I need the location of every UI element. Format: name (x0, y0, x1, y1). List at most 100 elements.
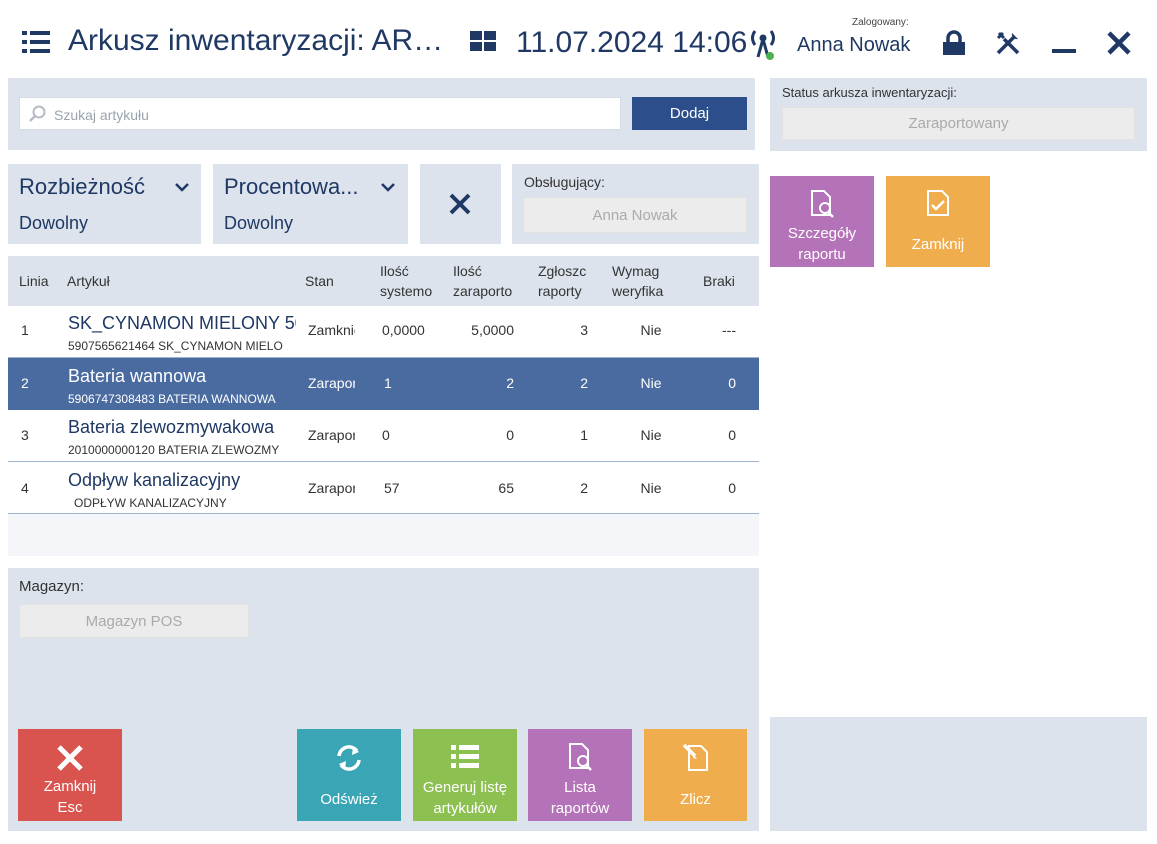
reports-list-button[interactable]: Lista raportów (528, 729, 632, 821)
handler-label: Obsługujący: (524, 174, 605, 190)
cell-ilosc-sys: 0,0000 (382, 322, 425, 338)
col-braki[interactable]: Braki (703, 271, 735, 291)
cell-linia: 2 (21, 375, 29, 391)
count-button[interactable]: Zlicz (644, 729, 747, 821)
tools-icon[interactable] (994, 29, 1022, 57)
cell-braki: 0 (728, 427, 736, 443)
cell-wymaga: Nie (640, 322, 662, 338)
generate-list-label-1: Generuj listę (422, 779, 508, 796)
col-zgloszone-line1: Zgłoszc (538, 263, 587, 279)
cell-article-name: Bateria wannowa (68, 366, 207, 386)
table-row[interactable]: 1 SK_CYNAMON MIELONY 50 5907565621464 SK… (8, 306, 759, 358)
cell-wymaga: Nie (640, 375, 662, 391)
table-header: Linia Artykuł Stan Ilość systemo Ilość z… (8, 256, 759, 306)
col-zgloszone[interactable]: Zgłoszc raporty (538, 261, 593, 301)
cell-linia: 3 (21, 427, 29, 443)
filter-percentage[interactable]: Procentowa... Dowolny (213, 164, 408, 244)
connection-status-icon[interactable] (748, 27, 778, 61)
list-icon (451, 745, 479, 768)
count-label: Zlicz (680, 791, 711, 808)
grid-icon[interactable] (470, 31, 496, 53)
cell-zgloszone: 2 (580, 375, 588, 391)
report-search-icon (811, 190, 834, 218)
clear-filters-button[interactable] (420, 164, 501, 244)
reports-list-label-2: raportów (550, 800, 610, 817)
edit-document-icon (682, 743, 708, 771)
cell-stan: Zarapor (308, 375, 355, 391)
cell-ilosc-sys: 57 (384, 480, 400, 496)
cell-braki: --- (722, 322, 736, 338)
cell-linia: 1 (21, 322, 29, 338)
close-icon (449, 193, 471, 215)
add-button[interactable]: Dodaj (632, 97, 747, 130)
col-linia[interactable]: Linia (19, 271, 49, 291)
status-panel: Status arkusza inwentaryzacji: Zaraporto… (770, 78, 1147, 151)
search-icon (29, 105, 46, 122)
filter-percentage-title: Procentowa... (224, 174, 359, 199)
table-row[interactable]: 4 Odpływ kanalizacyjny ODPŁYW KANALIZACY… (8, 462, 759, 514)
close-esc-label-1: Zamknij (43, 778, 97, 795)
cell-ilosc-zar: 0 (506, 427, 514, 443)
col-wymaga-line1: Wymag (612, 263, 660, 279)
close-esc-button[interactable]: Zamknij Esc (18, 729, 122, 821)
status-field: Zaraportowany (782, 107, 1135, 140)
minimize-icon[interactable] (1050, 29, 1078, 57)
reports-list-label-1: Lista (564, 779, 596, 796)
cell-ilosc-zar: 65 (498, 480, 514, 496)
cell-stan: Zamknię (308, 322, 355, 338)
col-wymaga[interactable]: Wymag weryfika (612, 261, 668, 301)
search-placeholder: Szukaj artykułu (54, 107, 149, 123)
col-wymaga-line2: weryfika (612, 283, 664, 299)
cell-braki: 0 (728, 480, 736, 496)
cell-stan: Zarapor (308, 480, 355, 496)
header-bar: Arkusz inwentaryzacji: ARK... 11.07.2024… (0, 0, 1157, 72)
cell-wymaga: Nie (640, 480, 662, 496)
cell-article-name: SK_CYNAMON MIELONY 50 (68, 313, 296, 333)
filter-discrepancy[interactable]: Rozbieżność Dowolny (8, 164, 201, 244)
filter-discrepancy-title: Rozbieżność (19, 174, 145, 199)
close-icon (57, 745, 83, 771)
close-sheet-button[interactable]: Zamknij (886, 176, 990, 267)
close-esc-label-2: Esc (57, 799, 83, 816)
chevron-down-icon (175, 183, 189, 192)
report-details-label-1: Szczegóły (787, 225, 857, 242)
status-label: Status arkusza inwentaryzacji: (782, 85, 957, 100)
cell-ilosc-sys: 1 (384, 375, 392, 391)
user-name[interactable]: Anna Nowak (797, 34, 910, 57)
col-ilosc-zar-line1: Ilość (453, 263, 482, 279)
cell-wymaga: Nie (640, 427, 662, 443)
report-details-button[interactable]: Szczegóły raportu (770, 176, 874, 267)
logged-in-label: Zalogowany: (852, 17, 909, 28)
col-stan[interactable]: Stan (305, 271, 334, 291)
cell-ilosc-sys: 0 (382, 427, 390, 443)
cell-article-code: 5907565621464 SK_CYNAMON MIELO (68, 339, 283, 353)
refresh-button[interactable]: Odśwież (297, 729, 401, 821)
close-sheet-label: Zamknij (911, 236, 965, 253)
col-zgloszone-line2: raporty (538, 283, 582, 299)
cell-linia: 4 (21, 480, 29, 496)
col-ilosc-zar-line2: zaraporto (453, 283, 513, 299)
search-input[interactable]: Szukaj artykułu (19, 97, 621, 130)
col-ilosc-sys-line2: systemo (380, 283, 433, 299)
col-artykul[interactable]: Artykuł (67, 271, 110, 291)
refresh-icon (337, 745, 361, 771)
date-time: 11.07.2024 14:06 (516, 26, 748, 59)
col-ilosc-sys[interactable]: Ilość systemo (380, 261, 436, 301)
col-ilosc-zar[interactable]: Ilość zaraporto (453, 261, 517, 301)
table-empty-area (8, 514, 759, 556)
right-bottom-panel (770, 717, 1147, 831)
handler-field: Anna Nowak (523, 197, 747, 233)
search-panel: Szukaj artykułu Dodaj (8, 78, 755, 150)
close-icon[interactable] (1105, 29, 1133, 57)
table-row[interactable]: 3 Bateria zlewozmywakowa 2010000000120 B… (8, 410, 759, 462)
generate-list-button[interactable]: Generuj listę artykułów (413, 729, 517, 821)
cell-ilosc-zar: 5,0000 (471, 322, 514, 338)
cell-article-name: Odpływ kanalizacyjny (68, 470, 241, 490)
menu-icon[interactable] (22, 31, 50, 53)
lock-icon[interactable] (940, 29, 968, 57)
cell-braki: 0 (728, 375, 736, 391)
filter-discrepancy-value: Dowolny (19, 213, 89, 233)
cell-zgloszone: 2 (580, 480, 588, 496)
table-row-selected[interactable]: 2 Bateria wannowa 5906747308483 BATERIA … (8, 358, 759, 410)
cell-stan: Zarapor (308, 427, 355, 443)
